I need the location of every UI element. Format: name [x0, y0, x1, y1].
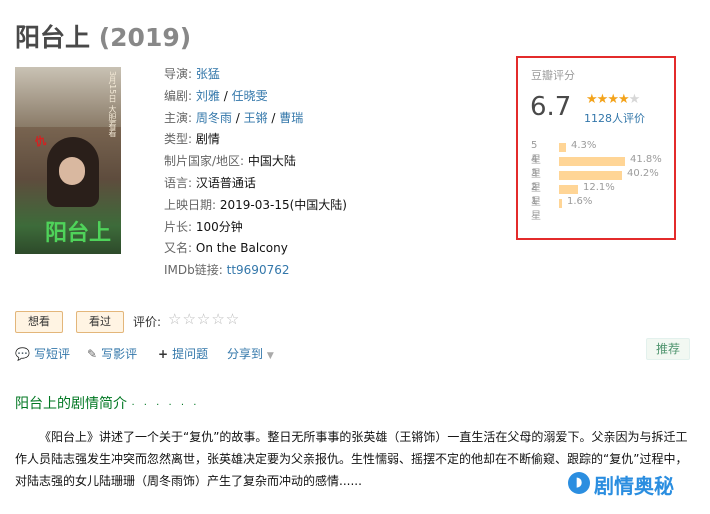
rating-row-percent: 41.8% [630, 154, 662, 165]
recommend-button[interactable]: 推荐 [646, 338, 690, 360]
star-icon: ★ [596, 92, 609, 107]
director-link[interactable]: 张猛 [196, 67, 220, 81]
genre-value: 剧情 [195, 132, 220, 147]
movie-year: (2019) [98, 23, 192, 52]
writer-link-1[interactable]: 刘雅 [196, 89, 220, 103]
runtime-value: 100分钟 [195, 219, 243, 234]
rating-row-bar [559, 143, 566, 152]
rating-row-percent: 1.6% [567, 196, 593, 207]
info-country: 制片国家/地区: 中国大陆 [164, 154, 296, 169]
country-value: 中国大陆 [247, 154, 296, 169]
rating-row-percent: 12.1% [583, 182, 615, 193]
movie-name: 阳台上 [15, 23, 91, 52]
movie-poster[interactable]: 仇 3月15日 大胆看看 阳台上 [15, 67, 121, 254]
ask-question-link[interactable]: + 提问题 [158, 345, 208, 362]
rating-score: 6.7 [530, 92, 572, 122]
rating-row-bar [559, 185, 578, 194]
language-value: 汉语普通话 [195, 175, 256, 190]
star-icon: ★ [607, 92, 619, 107]
rating-label: 豆瓣评分 [531, 69, 575, 82]
empty-star-icon: ★ [628, 92, 641, 107]
rating-row-percent: 4.3% [571, 140, 597, 151]
cast-link-1[interactable]: 周冬雨 [196, 111, 232, 125]
share-dropdown[interactable]: 分享到 ▼ [227, 345, 274, 362]
watched-button[interactable]: 看过 [76, 311, 124, 333]
rating-panel: 豆瓣评分 6.7 ★★★★★ 1128人评价 5星 4.3% 4星 41.8% 3星 40… [516, 56, 676, 240]
info-cast: 主演: 周冬雨 / 王锵 / 曹瑞 [164, 110, 304, 125]
rating-row-bar [559, 199, 562, 208]
rate-label: 评价: [133, 315, 162, 329]
info-language: 语言: 汉语普通话 [164, 175, 256, 190]
poster-title: 阳台上 [45, 220, 112, 246]
write-review-link[interactable]: ✎ 写影评 [87, 345, 137, 362]
poster-face [59, 157, 85, 185]
write-short-review-link[interactable]: 💬 写短评 [15, 345, 70, 362]
rating-row-bar [559, 171, 622, 180]
chevron-down-icon: ▼ [266, 351, 274, 361]
writer-link-2[interactable]: 任晓雯 [232, 89, 268, 103]
plus-icon: + [158, 347, 169, 361]
star-icon: ★ [586, 92, 598, 107]
info-writer: 编剧: 刘雅 / 任晓雯 [164, 88, 268, 103]
comment-icon: 💬 [15, 347, 30, 361]
movie-title: 阳台上 (2019) [15, 18, 191, 54]
release-value: 2019-03-15(中国大陆) [219, 197, 347, 212]
info-genre: 类型: 剧情 [164, 132, 220, 147]
watermark-logo-icon: ◗ [568, 472, 590, 494]
cast-link-2[interactable]: 王锵 [244, 111, 268, 125]
pencil-icon: ✎ [87, 347, 98, 361]
synopsis-heading: 阳台上的剧情简介 · · · · · · [15, 396, 200, 412]
rating-count-link[interactable]: 1128人评价 [584, 110, 645, 126]
info-release: 上映日期: 2019-03-15(中国大陆) [164, 197, 347, 212]
rate-stars-input[interactable]: ☆☆☆☆☆ [168, 310, 240, 328]
movie-info: 导演: 张猛 编剧: 刘雅 / 任晓雯 主演: 周冬雨 / 王锵 / 曹瑞 类型… [164, 64, 347, 282]
aka-value: On the Balcony [195, 241, 288, 256]
info-aka: 又名: On the Balcony [164, 241, 288, 256]
poster-date: 3月15日 大胆看看 [108, 71, 117, 137]
info-director: 导演: 张猛 [164, 67, 220, 81]
imdb-link[interactable]: tt9690762 [227, 263, 290, 277]
watermark-text: 剧情奥秘 [594, 474, 674, 498]
rating-row-percent: 40.2% [627, 168, 659, 179]
info-imdb: IMDb链接: tt9690762 [164, 263, 290, 278]
cast-link-3[interactable]: 曹瑞 [279, 111, 303, 125]
info-runtime: 片长: 100分钟 [164, 219, 243, 234]
half-star-icon: ★ [617, 92, 630, 107]
poster-red-mark: 仇 [34, 134, 48, 149]
rating-row-bar [559, 157, 625, 166]
want-to-watch-button[interactable]: 想看 [15, 311, 63, 333]
rating-stars: ★★★★★ [586, 92, 641, 107]
rating-row-star: 1星 [531, 196, 541, 222]
